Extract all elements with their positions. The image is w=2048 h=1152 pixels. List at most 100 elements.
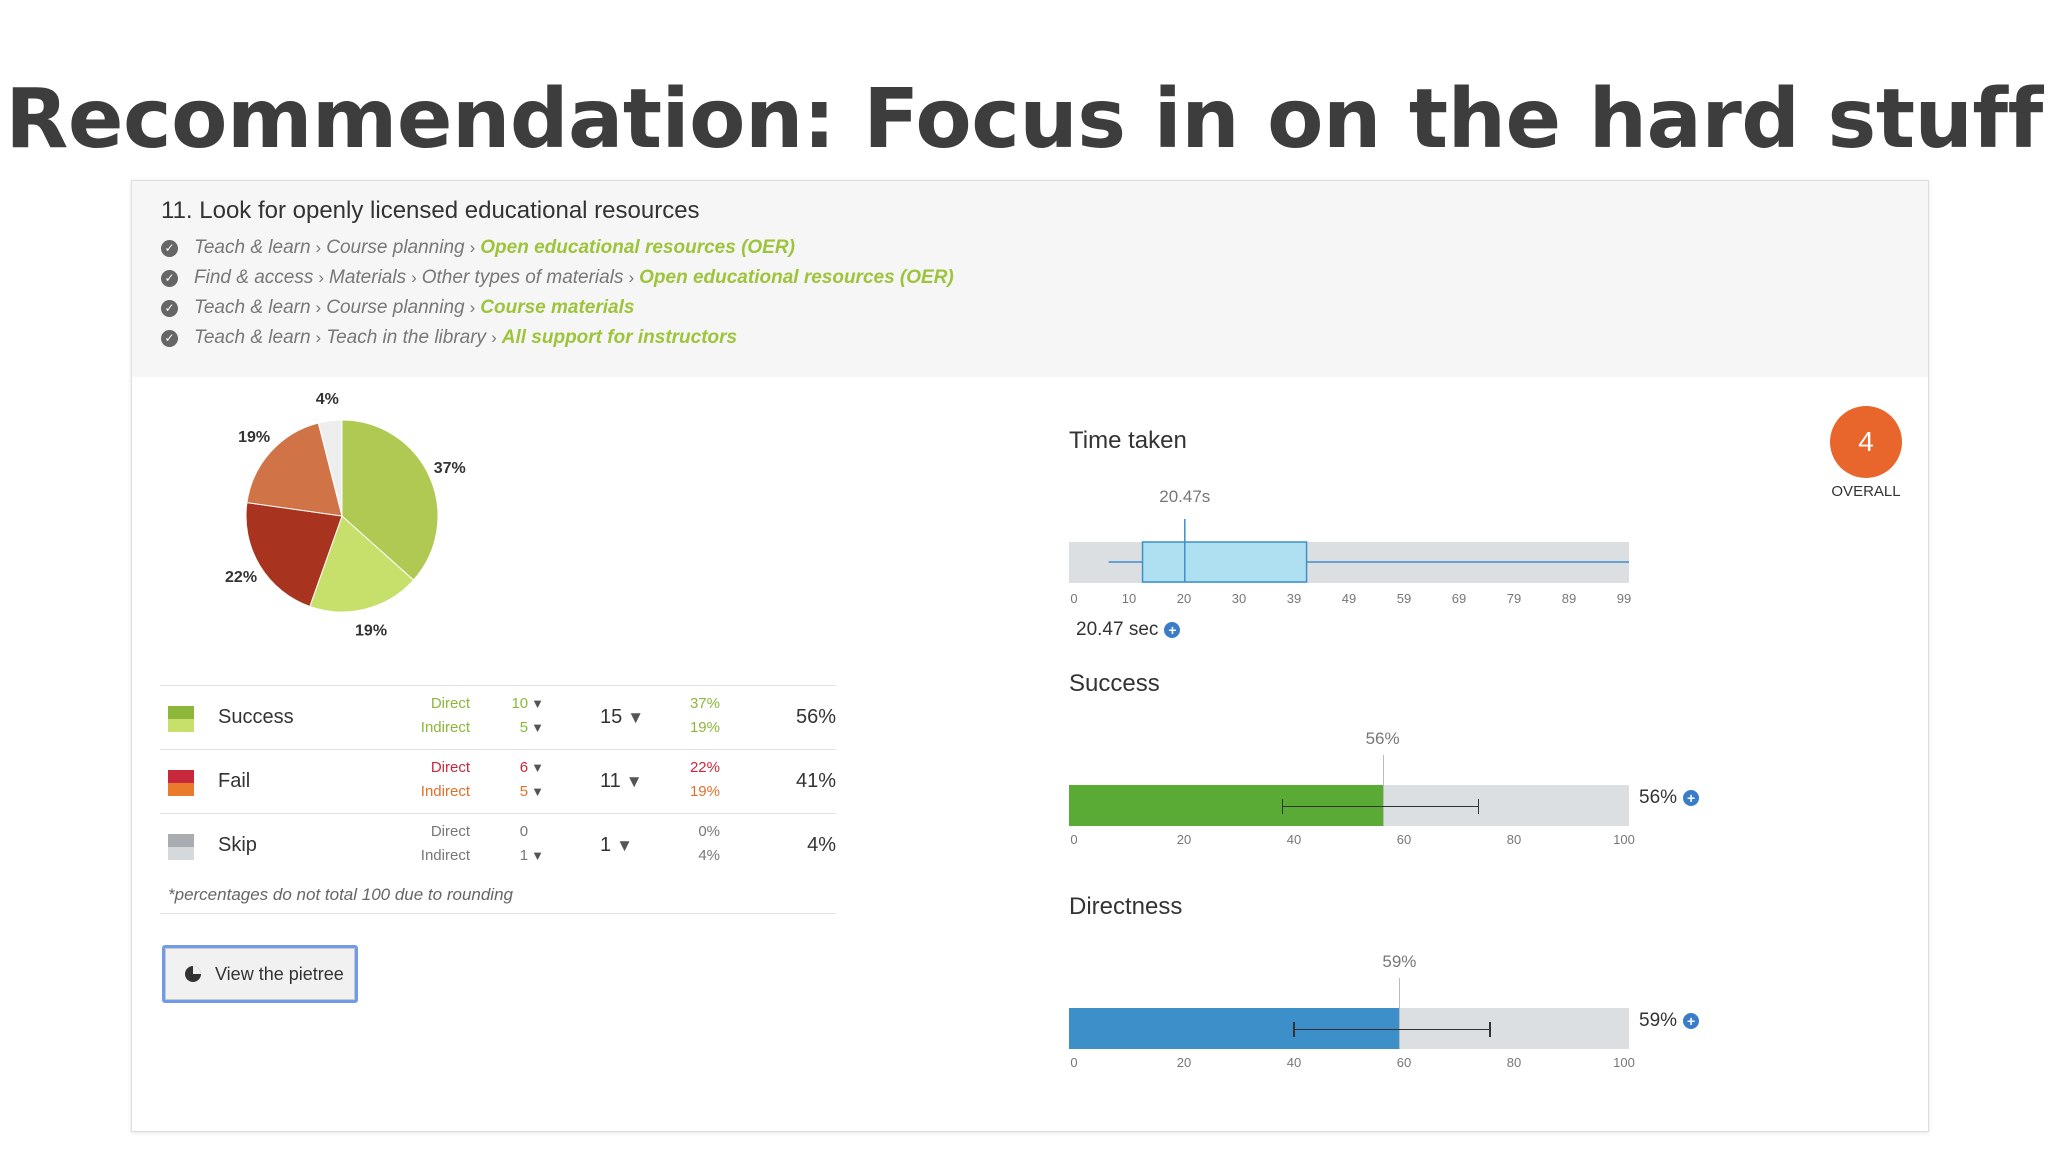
path-destination: Open educational resources (OER)	[480, 237, 795, 258]
filter-icon[interactable]: ▼	[626, 772, 643, 791]
filter-icon[interactable]: ▼	[531, 760, 544, 775]
legend-swatch	[168, 770, 194, 796]
x-tick-label: 40	[1286, 1055, 1302, 1070]
filter-icon[interactable]: ▼	[531, 848, 544, 863]
success-summary[interactable]: 56% +	[1639, 787, 1700, 809]
x-tick-label: 60	[1396, 1055, 1412, 1070]
path-crumb: Other types of materials	[421, 267, 624, 288]
swatch-indirect	[168, 783, 194, 796]
pie-slice-label: 22%	[225, 569, 257, 586]
indirect-count[interactable]: 5 ▼	[490, 719, 544, 736]
check-circle-icon: ✓	[161, 299, 178, 317]
chevron-right-icon: ›	[315, 328, 322, 347]
correct-path-row: ✓ Teach & learn › Course planning › Course ma…	[161, 297, 634, 319]
legend-swatch	[168, 706, 194, 732]
chevron-right-icon: ›	[315, 298, 322, 317]
x-tick-label: 100	[1613, 1055, 1635, 1070]
swatch-indirect	[168, 847, 194, 860]
direct-label: Direct	[430, 823, 470, 840]
time-taken-boxplot	[1108, 519, 1629, 583]
plus-circle-icon[interactable]: +	[1683, 790, 1700, 806]
total-count[interactable]: 15 ▼	[600, 706, 644, 729]
x-tick-label: 100	[1613, 832, 1635, 847]
filter-icon[interactable]: ▼	[627, 708, 644, 727]
swatch-direct	[168, 706, 194, 719]
view-pietree-button[interactable]: View the pietree	[162, 945, 358, 1003]
directness-summary[interactable]: 59% +	[1639, 1010, 1700, 1032]
x-tick-label: 89	[1561, 591, 1577, 606]
task-header: 11. Look for openly licensed educational…	[132, 181, 1928, 377]
error-bar-cap	[1477, 798, 1480, 814]
indirect-count[interactable]: 5 ▼	[490, 783, 544, 800]
filter-icon[interactable]: ▼	[531, 784, 544, 799]
chevron-right-icon: ›	[628, 268, 635, 287]
task-result-card: 11. Look for openly licensed educational…	[131, 180, 1929, 1132]
direct-count-value: 10	[511, 695, 529, 712]
success-metric-title: Success	[1069, 670, 1160, 697]
direct-count[interactable]: 0▼	[490, 823, 544, 840]
value-label: 59%	[1382, 952, 1417, 971]
rounding-footnote: *percentages do not total 100 due to rou…	[160, 877, 836, 914]
x-tick-label: 10	[1121, 591, 1137, 606]
filter-icon[interactable]: ▼	[616, 836, 633, 855]
direct-label: Direct	[430, 695, 470, 712]
total-count[interactable]: 11 ▼	[600, 770, 643, 793]
direct-count[interactable]: 10 ▼	[490, 695, 544, 712]
x-tick-label: 0	[1070, 1055, 1078, 1070]
pie-slice-label: 4%	[316, 391, 339, 408]
error-bar	[1281, 805, 1478, 807]
check-circle-icon: ✓	[161, 269, 178, 287]
time-taken-summary[interactable]: 20.47 sec +	[1076, 619, 1181, 641]
filter-icon[interactable]: ▼	[531, 696, 544, 711]
pie-slice-label: 19%	[238, 429, 270, 446]
path-crumb: Course planning	[326, 297, 465, 318]
correct-path-row: ✓ Teach & learn › Course planning › Open educ…	[161, 237, 795, 259]
x-tick-label: 49	[1341, 591, 1357, 606]
direct-count[interactable]: 6 ▼	[490, 759, 544, 776]
total-count-value: 11	[600, 770, 621, 792]
result-row-fail: Fail Direct Indirect 6 ▼ 5 ▼ 11 ▼ 22% 19% 41%	[160, 749, 836, 813]
plus-circle-icon[interactable]: +	[1164, 622, 1181, 638]
x-tick-label: 69	[1451, 591, 1467, 606]
error-bar-cap	[1489, 1021, 1491, 1037]
time-taken-summary-value: 20.47 sec	[1076, 619, 1159, 640]
path-destination: Course materials	[480, 297, 635, 318]
plus-circle-icon[interactable]: +	[1683, 1013, 1700, 1029]
x-tick-label: 20	[1176, 1055, 1192, 1070]
path-crumb: Course planning	[326, 237, 465, 258]
result-label: Success	[218, 706, 294, 728]
indirect-label: Indirect	[420, 719, 470, 736]
total-percent: 56%	[795, 706, 836, 728]
interquartile-box	[1141, 541, 1308, 583]
x-tick-label: 80	[1506, 1055, 1522, 1070]
direct-percent: 37%	[689, 695, 720, 712]
value-label: 56%	[1365, 729, 1400, 748]
result-label: Skip	[218, 834, 257, 856]
result-row-skip: SkipDirectIndirect0▼1▼1▼0%4%4%	[160, 813, 836, 877]
error-bar-cap	[1281, 798, 1284, 814]
x-tick-label: 40	[1286, 832, 1302, 847]
chevron-right-icon: ›	[318, 268, 324, 287]
swatch-indirect	[168, 719, 194, 732]
x-tick-label: 20	[1176, 832, 1192, 847]
error-bar-cap	[1293, 1021, 1295, 1037]
path-crumb: Teach in the library	[326, 327, 487, 348]
direct-count-value: 6	[519, 759, 529, 776]
indirect-percent: 19%	[689, 783, 720, 800]
result-row-success: Success Direct Indirect 10 ▼ 5 ▼ 15 ▼ 37% 19% 56%	[160, 685, 836, 749]
chevron-right-icon: ›	[469, 238, 476, 257]
indirect-count[interactable]: 1 ▼	[490, 847, 544, 864]
indirect-count-value: 5	[519, 783, 529, 800]
filter-icon[interactable]: ▼	[531, 720, 544, 735]
directness-metric-title: Directness	[1069, 893, 1183, 920]
overall-label: OVERALL	[1831, 483, 1901, 500]
chevron-right-icon: ›	[469, 298, 476, 317]
total-count[interactable]: 1 ▼	[600, 834, 633, 857]
chevron-right-icon: ›	[315, 238, 322, 257]
x-tick-label: 0	[1070, 832, 1078, 847]
indirect-count-value: 1	[519, 847, 529, 864]
path-destination: All support for instructors	[501, 327, 738, 348]
chevron-right-icon: ›	[411, 268, 417, 287]
swatch-direct	[168, 834, 194, 847]
value-marker-line	[1382, 755, 1384, 826]
